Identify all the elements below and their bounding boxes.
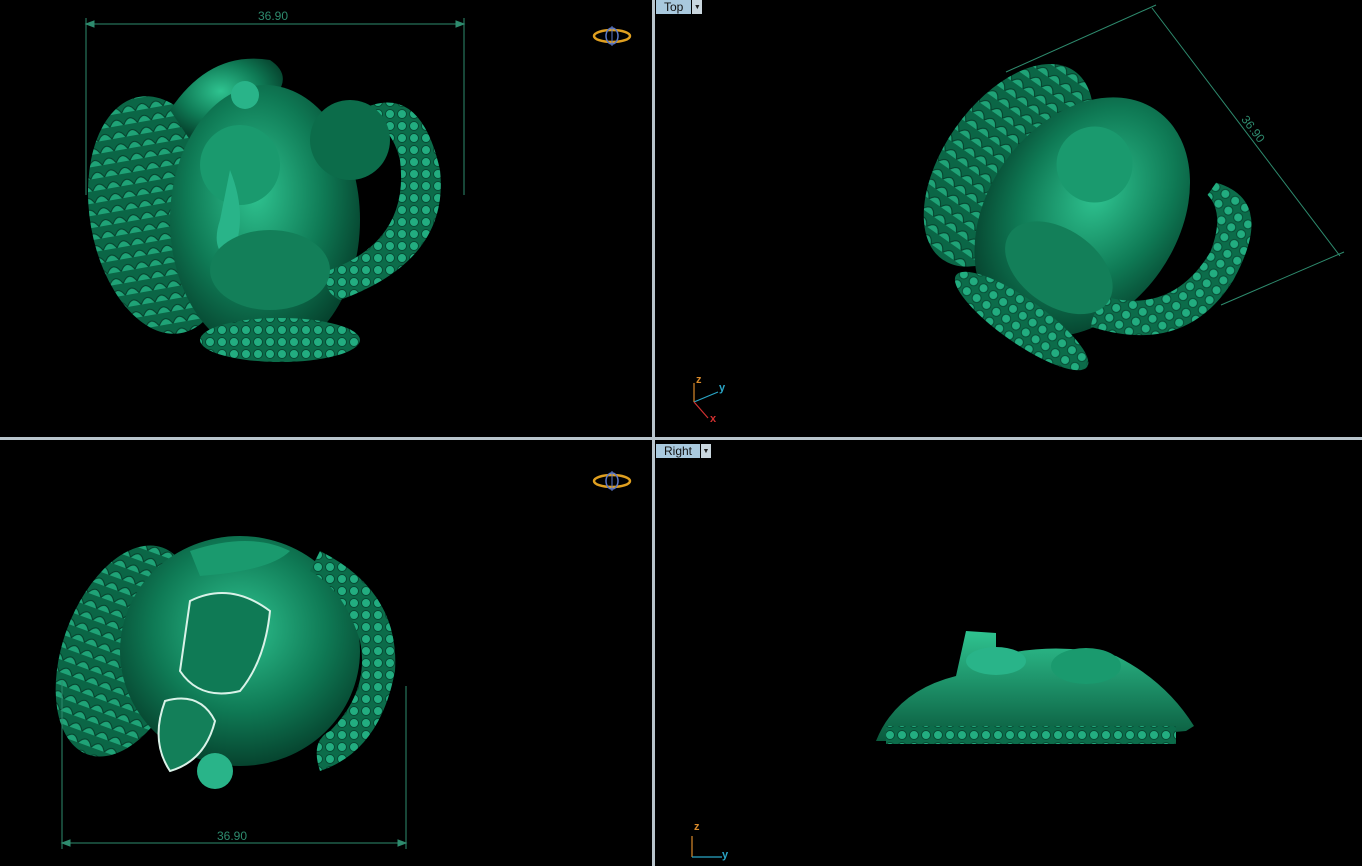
viewport-top[interactable]: Top ▼ 36.90 z y x: [656, 0, 1362, 437]
model-render: [693, 4, 1345, 419]
dimension-label: 36.90: [258, 9, 289, 23]
viewport-perspective-2[interactable]: 36.90: [0, 441, 652, 866]
ganesha-pendant-model: [923, 64, 1252, 371]
axis-indicator: [691, 836, 722, 858]
viewport-right[interactable]: Right ▼ z y: [656, 441, 1362, 866]
ganesha-pendant-model: [55, 536, 396, 789]
model-render: [55, 471, 632, 849]
viewport-divider-vertical[interactable]: [652, 0, 655, 866]
model-render: [691, 631, 1194, 858]
axis-y-label: y: [719, 382, 726, 394]
axis-z-label: z: [696, 374, 702, 386]
viewport-divider-horizontal[interactable]: [0, 437, 1362, 440]
axis-x-label: x: [710, 413, 717, 425]
rotation-gizmo-icon: [592, 471, 632, 491]
ganesha-pendant-model: [87, 58, 441, 362]
axis-y-label: y: [722, 849, 729, 861]
model-render: [84, 18, 466, 362]
ganesha-pendant-model: [876, 631, 1194, 744]
axis-z-label: z: [694, 821, 700, 833]
dimension-label: 36.90: [217, 829, 248, 843]
viewport-perspective[interactable]: 36.90: [0, 0, 652, 437]
